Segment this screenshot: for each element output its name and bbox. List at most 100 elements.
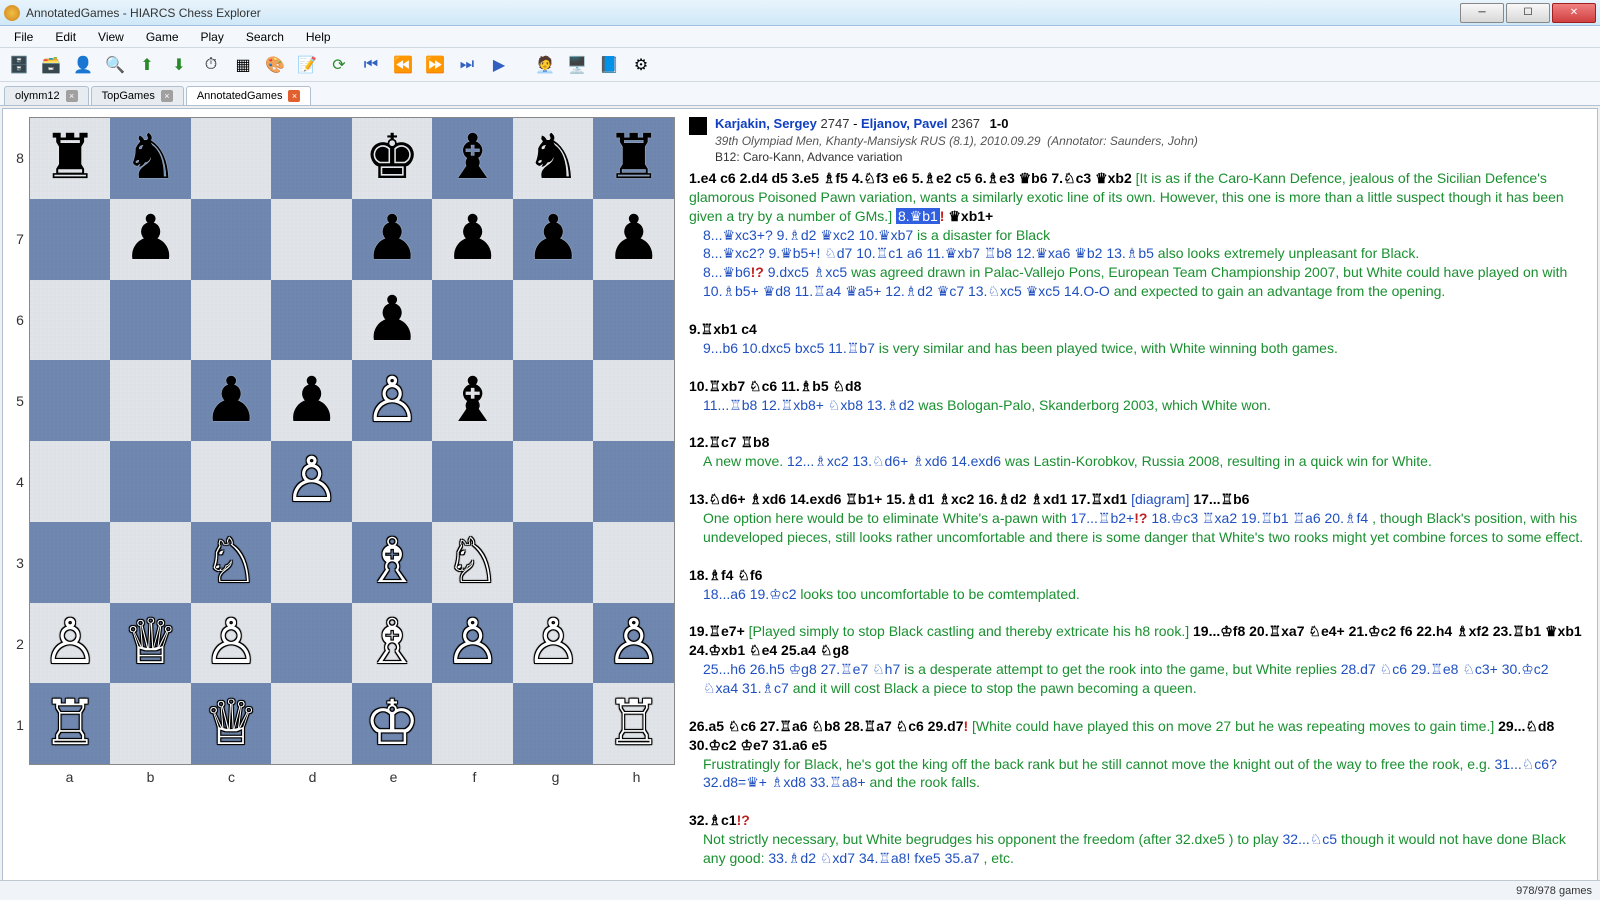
- notation-segment[interactable]: is a desperate attempt to get the rook i…: [904, 661, 1341, 677]
- square-f5[interactable]: ♝: [432, 360, 513, 441]
- menu-game[interactable]: Game: [136, 28, 189, 46]
- square-h7[interactable]: ♟: [593, 199, 674, 280]
- palette-icon[interactable]: 🎨: [262, 52, 288, 78]
- play-icon[interactable]: ▶: [486, 52, 512, 78]
- search-icon[interactable]: 🔍: [102, 52, 128, 78]
- square-h3[interactable]: [593, 522, 674, 603]
- square-g5[interactable]: [513, 360, 594, 441]
- notation-segment[interactable]: 18...a6 19.♔c2: [703, 586, 800, 602]
- refresh-icon[interactable]: ⟳: [326, 52, 352, 78]
- square-d7[interactable]: [271, 199, 352, 280]
- notation-segment[interactable]: 8...♛xc2?: [703, 245, 768, 261]
- notation-segment[interactable]: was Bologan-Palo, Skanderborg 2003, whic…: [918, 397, 1271, 413]
- notation-segment[interactable]: 9.♖xb1 c4: [689, 321, 757, 337]
- notation-segment[interactable]: !?: [737, 812, 750, 828]
- book-icon[interactable]: 📘: [596, 52, 622, 78]
- notation-segment[interactable]: was agreed drawn in Palac-Vallejo Pons, …: [851, 264, 1567, 280]
- notation-segment[interactable]: and it will cost Black a piece to stop t…: [793, 680, 1197, 696]
- square-b1[interactable]: [110, 683, 191, 764]
- chessboard[interactable]: ♜♞♚♝♞♜♟♟♟♟♟♟♟♟♙♝♙♘♗♘♙♕♙♗♙♙♙♖♕♔♖: [29, 117, 675, 765]
- notation-segment[interactable]: and the rook falls.: [870, 774, 981, 790]
- square-h2[interactable]: ♙: [593, 603, 674, 684]
- up-icon[interactable]: ⬆: [134, 52, 160, 78]
- square-c7[interactable]: [191, 199, 272, 280]
- square-c3[interactable]: ♘: [191, 522, 272, 603]
- notation-segment[interactable]: 19.♖e7+: [689, 623, 749, 639]
- notation-segment[interactable]: 1.e4 c6 2.d4 d5 3.e5 ♗f5 4.♘f3 e6 5.♗e2 …: [689, 170, 1136, 186]
- square-b8[interactable]: ♞: [110, 118, 191, 199]
- square-c6[interactable]: [191, 280, 272, 361]
- square-c8[interactable]: [191, 118, 272, 199]
- square-f6[interactable]: [432, 280, 513, 361]
- first-icon[interactable]: ⏮: [358, 52, 384, 78]
- square-b5[interactable]: [110, 360, 191, 441]
- square-d1[interactable]: [271, 683, 352, 764]
- square-a6[interactable]: [30, 280, 111, 361]
- square-b3[interactable]: [110, 522, 191, 603]
- square-g3[interactable]: [513, 522, 594, 603]
- db-open-icon[interactable]: 🗃️: [38, 52, 64, 78]
- notation-segment[interactable]: 26.a5 ♘c6 27.♖a6 ♘b8 28.♖a7 ♘c6 29.d7: [689, 718, 963, 734]
- square-f2[interactable]: ♙: [432, 603, 513, 684]
- tab-olymm12[interactable]: olymm12×: [4, 86, 89, 105]
- down-icon[interactable]: ⬇: [166, 52, 192, 78]
- game-notation[interactable]: 1.e4 c6 2.d4 d5 3.e5 ♗f5 4.♘f3 e6 5.♗e2 …: [689, 169, 1587, 868]
- notation-segment[interactable]: [diagram]: [1131, 491, 1193, 507]
- notation-segment[interactable]: 12.♖c7 ♖b8: [689, 434, 769, 450]
- notation-segment[interactable]: and expected to gain an advantage from t…: [1114, 283, 1446, 299]
- notation-segment[interactable]: 9.dxc5 ♗xc5: [768, 264, 851, 280]
- square-b6[interactable]: [110, 280, 191, 361]
- close-icon[interactable]: ×: [288, 90, 300, 102]
- notation-segment[interactable]: 17...♖b2+: [1071, 510, 1135, 526]
- notation-segment[interactable]: 13.♘d6+ ♗xd6 14.exd6 ♖b1+ 15.♗d1 ♗xc2 16…: [689, 491, 1131, 507]
- square-g4[interactable]: [513, 441, 594, 522]
- square-a3[interactable]: [30, 522, 111, 603]
- square-d8[interactable]: [271, 118, 352, 199]
- user-icon[interactable]: 👤: [70, 52, 96, 78]
- square-h4[interactable]: [593, 441, 674, 522]
- notation-segment[interactable]: is a disaster for Black: [917, 227, 1050, 243]
- square-b2[interactable]: ♕: [110, 603, 191, 684]
- close-button[interactable]: ✕: [1552, 3, 1596, 23]
- notation-segment[interactable]: was Lastin-Korobkov, Russia 2008, result…: [1005, 453, 1432, 469]
- square-h5[interactable]: [593, 360, 674, 441]
- square-a7[interactable]: [30, 199, 111, 280]
- square-h8[interactable]: ♜: [593, 118, 674, 199]
- minimize-button[interactable]: ─: [1460, 3, 1504, 23]
- maximize-button[interactable]: ☐: [1506, 3, 1550, 23]
- notation-segment[interactable]: 9.♛b5+! ♘d7 10.♖c1 a6 11.♛xb7 ♖b8 12.♛xa…: [768, 245, 1157, 261]
- notation-segment[interactable]: 10.♗b5+ ♛d8 11.♖a4 ♛a5+ 12.♗d2 ♛c7 13.♘x…: [703, 283, 1114, 299]
- notation-segment[interactable]: , etc.: [984, 850, 1014, 866]
- square-f7[interactable]: ♟: [432, 199, 513, 280]
- square-f4[interactable]: [432, 441, 513, 522]
- notation-segment[interactable]: 8.♛b1: [896, 208, 940, 224]
- menu-edit[interactable]: Edit: [45, 28, 86, 46]
- notation-segment[interactable]: 10.♖xb7 ♘c6 11.♗b5 ♘d8: [689, 378, 861, 394]
- square-e6[interactable]: ♟: [352, 280, 433, 361]
- tab-annotatedgames[interactable]: AnnotatedGames×: [186, 86, 312, 105]
- board-icon[interactable]: ▦: [230, 52, 256, 78]
- square-a2[interactable]: ♙: [30, 603, 111, 684]
- notation-segment[interactable]: 32.♗c1: [689, 812, 737, 828]
- square-a8[interactable]: ♜: [30, 118, 111, 199]
- menu-search[interactable]: Search: [236, 28, 294, 46]
- square-d3[interactable]: [271, 522, 352, 603]
- next-icon[interactable]: ⏩: [422, 52, 448, 78]
- square-e1[interactable]: ♔: [352, 683, 433, 764]
- menu-file[interactable]: File: [4, 28, 43, 46]
- notation-segment[interactable]: 9...b6 10.dxc5 bxc5 11.♖b7: [703, 340, 879, 356]
- engine-icon[interactable]: 🖥️: [564, 52, 590, 78]
- square-c1[interactable]: ♕: [191, 683, 272, 764]
- notation-segment[interactable]: 18.♗f4 ♘f6: [689, 567, 762, 583]
- square-g6[interactable]: [513, 280, 594, 361]
- notation-segment[interactable]: !?: [751, 264, 768, 280]
- notation-segment[interactable]: 18.♔c3 ♖xa2 19.♖b1 ♖a6 20.♗f4: [1151, 510, 1372, 526]
- db-new-icon[interactable]: 🗄️: [6, 52, 32, 78]
- square-b4[interactable]: [110, 441, 191, 522]
- menu-help[interactable]: Help: [296, 28, 341, 46]
- square-h1[interactable]: ♖: [593, 683, 674, 764]
- notation-segment[interactable]: Not strictly necessary, but White begrud…: [703, 831, 1283, 847]
- square-h6[interactable]: [593, 280, 674, 361]
- square-g1[interactable]: [513, 683, 594, 764]
- square-a1[interactable]: ♖: [30, 683, 111, 764]
